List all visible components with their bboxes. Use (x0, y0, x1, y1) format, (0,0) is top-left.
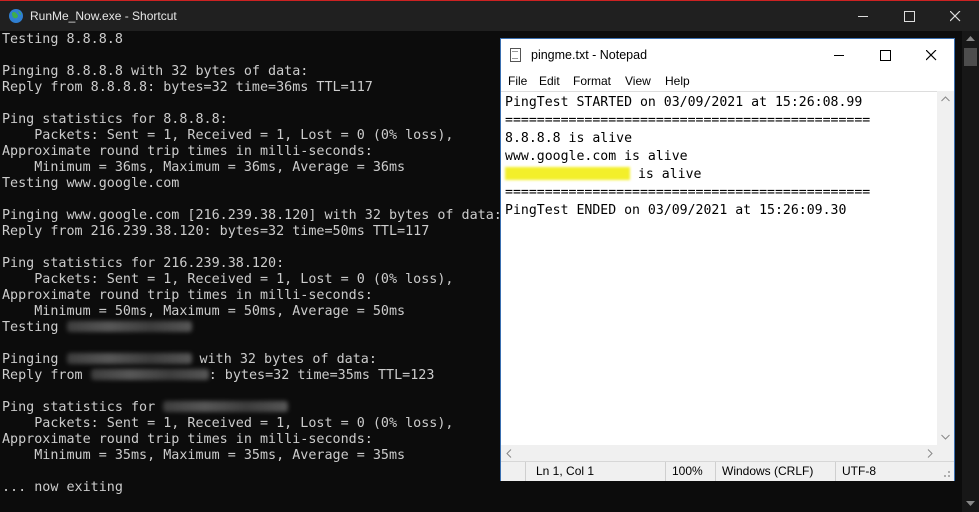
scroll-left-icon[interactable] (506, 449, 512, 458)
notepad-window[interactable]: pingme.txt - Notepad File Edit Format Vi… (500, 38, 955, 481)
menu-file[interactable]: File (508, 74, 527, 88)
menu-view[interactable]: View (625, 74, 651, 88)
console-line: Approximate round trip times in milli-se… (2, 288, 373, 303)
notepad-menu-bar: File Edit Format View Help (501, 71, 954, 91)
close-icon (949, 10, 960, 21)
console-line: Packets: Sent = 1, Received = 1, Lost = … (2, 272, 454, 287)
console-scroll-thumb[interactable] (964, 48, 977, 66)
redacted-address (505, 167, 630, 180)
notepad-line: ========================================… (505, 185, 871, 200)
console-line: Approximate round trip times in milli-se… (2, 144, 373, 159)
scroll-up-icon[interactable] (966, 36, 975, 42)
console-line: Pinging 8.8.8.8 with 32 bytes of data: (2, 64, 309, 79)
console-title: RunMe_Now.exe - Shortcut (30, 9, 177, 23)
notepad-text-area[interactable]: PingTest STARTED on 03/09/2021 at 15:26:… (501, 91, 938, 446)
status-cursor-position: Ln 1, Col 1 (525, 462, 665, 481)
notepad-line: ========================================… (505, 113, 871, 128)
resize-grip-icon[interactable] (941, 468, 951, 478)
console-line: Approximate round trip times in milli-se… (2, 432, 373, 447)
status-zoom: 100% (665, 462, 715, 481)
console-line: Testing 8.8.8.8 (2, 32, 123, 47)
redacted-address (66, 353, 192, 364)
console-minimize-button[interactable] (840, 1, 886, 31)
scroll-down-icon[interactable] (966, 501, 975, 507)
minimize-icon (857, 15, 868, 17)
console-title-bar[interactable]: RunMe_Now.exe - Shortcut (0, 0, 979, 31)
console-line: Minimum = 35ms, Maximum = 35ms, Average … (2, 448, 406, 463)
menu-format[interactable]: Format (573, 74, 611, 88)
console-line: Ping statistics for 8.8.8.8: (2, 112, 228, 127)
console-close-button[interactable] (932, 1, 978, 31)
console-line: Testing (2, 320, 192, 336)
notepad-icon (510, 48, 521, 62)
notepad-maximize-button[interactable] (862, 39, 908, 71)
notepad-line: 8.8.8.8 is alive (505, 131, 633, 146)
scroll-right-icon[interactable] (927, 449, 933, 458)
notepad-minimize-button[interactable] (816, 39, 862, 71)
scroll-up-icon[interactable] (941, 96, 950, 102)
redacted-address (66, 321, 192, 332)
maximize-icon (903, 10, 915, 22)
scrollbar-corner (937, 445, 954, 461)
console-line: Minimum = 50ms, Maximum = 50ms, Average … (2, 304, 406, 319)
notepad-title-bar[interactable]: pingme.txt - Notepad (501, 39, 954, 71)
console-line: Pinging with 32 bytes of data: (2, 352, 377, 367)
console-line: Reply from 8.8.8.8: bytes=32 time=36ms T… (2, 80, 373, 95)
scroll-down-icon[interactable] (941, 434, 950, 440)
console-line: Reply from 216.239.38.120: bytes=32 time… (2, 224, 430, 239)
close-icon (925, 49, 936, 60)
notepad-status-bar: Ln 1, Col 1 100% Windows (CRLF) UTF-8 (501, 461, 954, 481)
notepad-horizontal-scrollbar[interactable] (501, 445, 938, 461)
minimize-icon (833, 54, 844, 56)
console-line: Pinging www.google.com [216.239.38.120] … (2, 208, 502, 223)
notepad-title: pingme.txt - Notepad (531, 48, 648, 62)
console-line: Packets: Sent = 1, Received = 1, Lost = … (2, 128, 454, 143)
console-line: Ping statistics for 216.239.38.120: (2, 256, 285, 271)
redacted-address (163, 401, 289, 412)
console-line: Ping statistics for (2, 400, 289, 416)
notepad-close-button[interactable] (908, 39, 954, 71)
console-line: Minimum = 36ms, Maximum = 36ms, Average … (2, 160, 406, 175)
console-line: ... now exiting (2, 480, 123, 495)
maximize-icon (879, 49, 891, 61)
console-scrollbar[interactable] (962, 31, 979, 512)
globe-icon (9, 9, 23, 23)
notepad-line: PingTest STARTED on 03/09/2021 at 15:26:… (505, 95, 863, 110)
redacted-address (90, 369, 209, 380)
notepad-line: PingTest ENDED on 03/09/2021 at 15:26:09… (505, 203, 847, 218)
notepad-line: is alive (505, 166, 701, 184)
console-line: Packets: Sent = 1, Received = 1, Lost = … (2, 416, 454, 431)
console-maximize-button[interactable] (886, 1, 932, 31)
console-line: Testing www.google.com (2, 176, 180, 191)
status-encoding: UTF-8 (835, 462, 935, 481)
console-line: Reply from : bytes=32 time=35ms TTL=123 (2, 368, 435, 383)
notepad-vertical-scrollbar[interactable] (937, 91, 954, 445)
menu-edit[interactable]: Edit (539, 74, 560, 88)
menu-help[interactable]: Help (665, 74, 690, 88)
status-line-ending: Windows (CRLF) (715, 462, 835, 481)
notepad-line: www.google.com is alive (505, 149, 688, 164)
